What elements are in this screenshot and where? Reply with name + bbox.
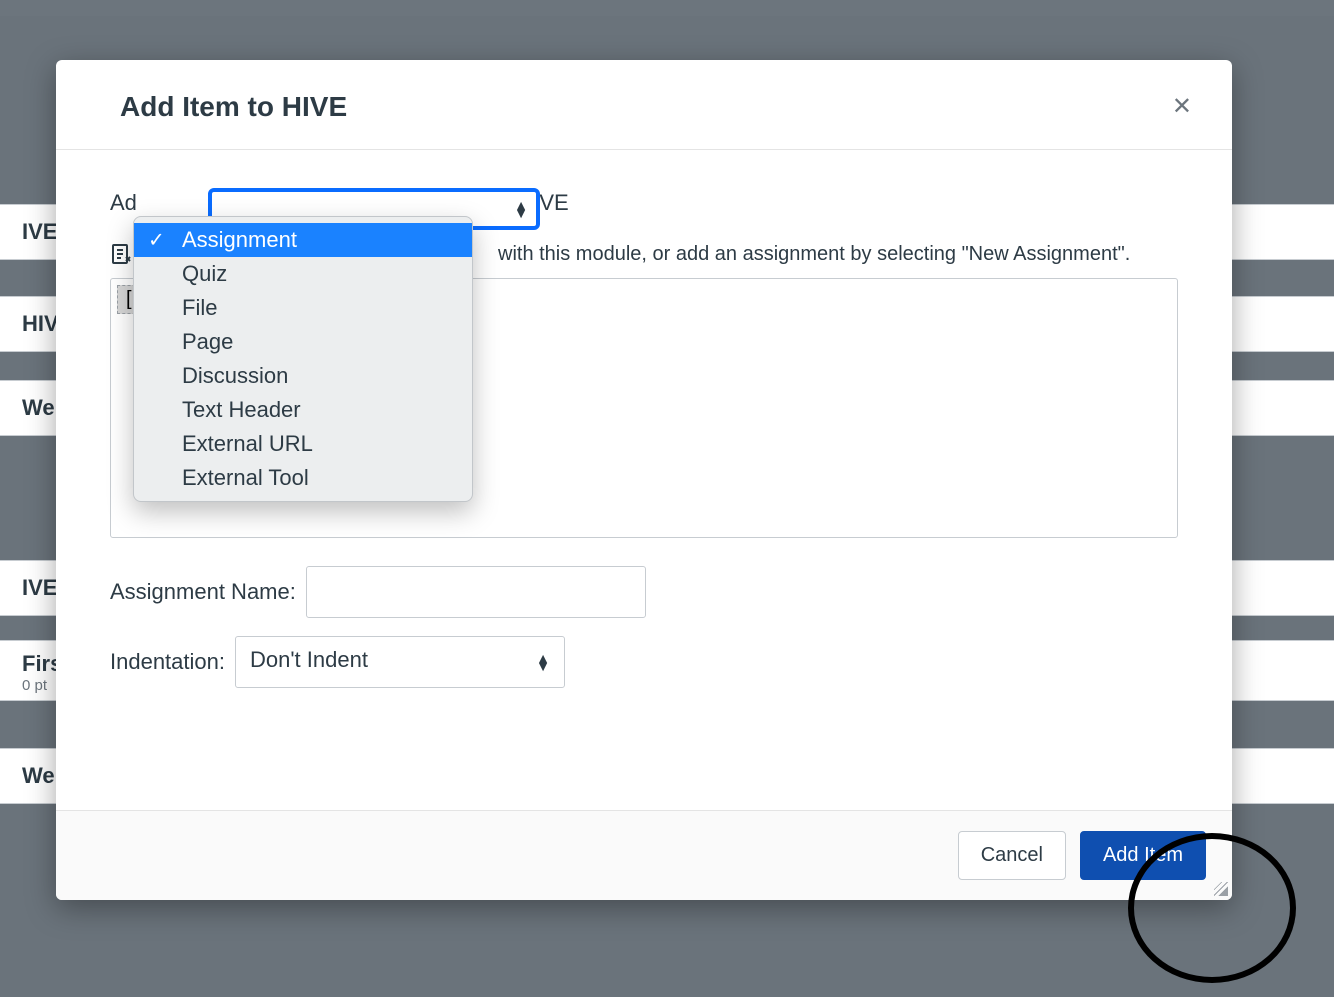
close-icon[interactable]: ✕ [1162, 88, 1202, 125]
indentation-select[interactable]: Don't Indent ▲▼ [235, 636, 565, 688]
dropdown-option[interactable]: ✓External URL [134, 427, 472, 461]
chevron-updown-icon: ▲▼ [536, 654, 550, 670]
dropdown-option[interactable]: ✓File [134, 291, 472, 325]
dropdown-option-label: File [182, 295, 217, 320]
indentation-row: Indentation: Don't Indent ▲▼ [110, 636, 1178, 688]
modal-footer: Cancel Add Item [56, 810, 1232, 900]
modal-title: Add Item to HIVE [120, 91, 347, 123]
dropdown-option-label: External URL [182, 431, 313, 456]
dropdown-option-label: Page [182, 329, 233, 354]
dropdown-option[interactable]: ✓Discussion [134, 359, 472, 393]
check-icon: ✓ [148, 228, 165, 253]
assignment-name-label: Assignment Name: [110, 579, 296, 605]
dropdown-option-label: Assignment [182, 227, 297, 252]
dropdown-option[interactable]: ✓Quiz [134, 257, 472, 291]
chevron-updown-icon: ▲▼ [514, 201, 528, 217]
assignment-name-input[interactable] [306, 566, 646, 618]
dropdown-option-label: Quiz [182, 261, 227, 286]
dropdown-option-label: External Tool [182, 465, 309, 490]
dropdown-option[interactable]: ✓Text Header [134, 393, 472, 427]
cancel-button[interactable]: Cancel [958, 831, 1066, 880]
helper-text: with this module, or add an assignment b… [498, 243, 1130, 266]
add-line-prefix: Ad [110, 190, 137, 216]
indentation-value: Don't Indent [250, 647, 368, 672]
modal-overlay: Add Item to HIVE ✕ Ad to HIVE ▲▼ [0, 0, 1334, 997]
add-item-button[interactable]: Add Item [1080, 831, 1206, 880]
document-edit-icon [110, 242, 134, 266]
indentation-label: Indentation: [110, 649, 225, 675]
assignment-name-row: Assignment Name: [110, 566, 1178, 618]
dropdown-option[interactable]: ✓Page [134, 325, 472, 359]
resize-handle-icon[interactable] [1214, 882, 1228, 896]
dropdown-option-label: Discussion [182, 363, 288, 388]
dropdown-option[interactable]: ✓External Tool [134, 461, 472, 495]
item-type-dropdown: ✓ Assignment ✓Quiz✓File✓Page✓Discussion✓Te… [133, 216, 473, 502]
dropdown-option[interactable]: ✓ Assignment [134, 223, 472, 257]
modal-header: Add Item to HIVE ✕ [56, 60, 1232, 150]
dropdown-option-label: Text Header [182, 397, 301, 422]
